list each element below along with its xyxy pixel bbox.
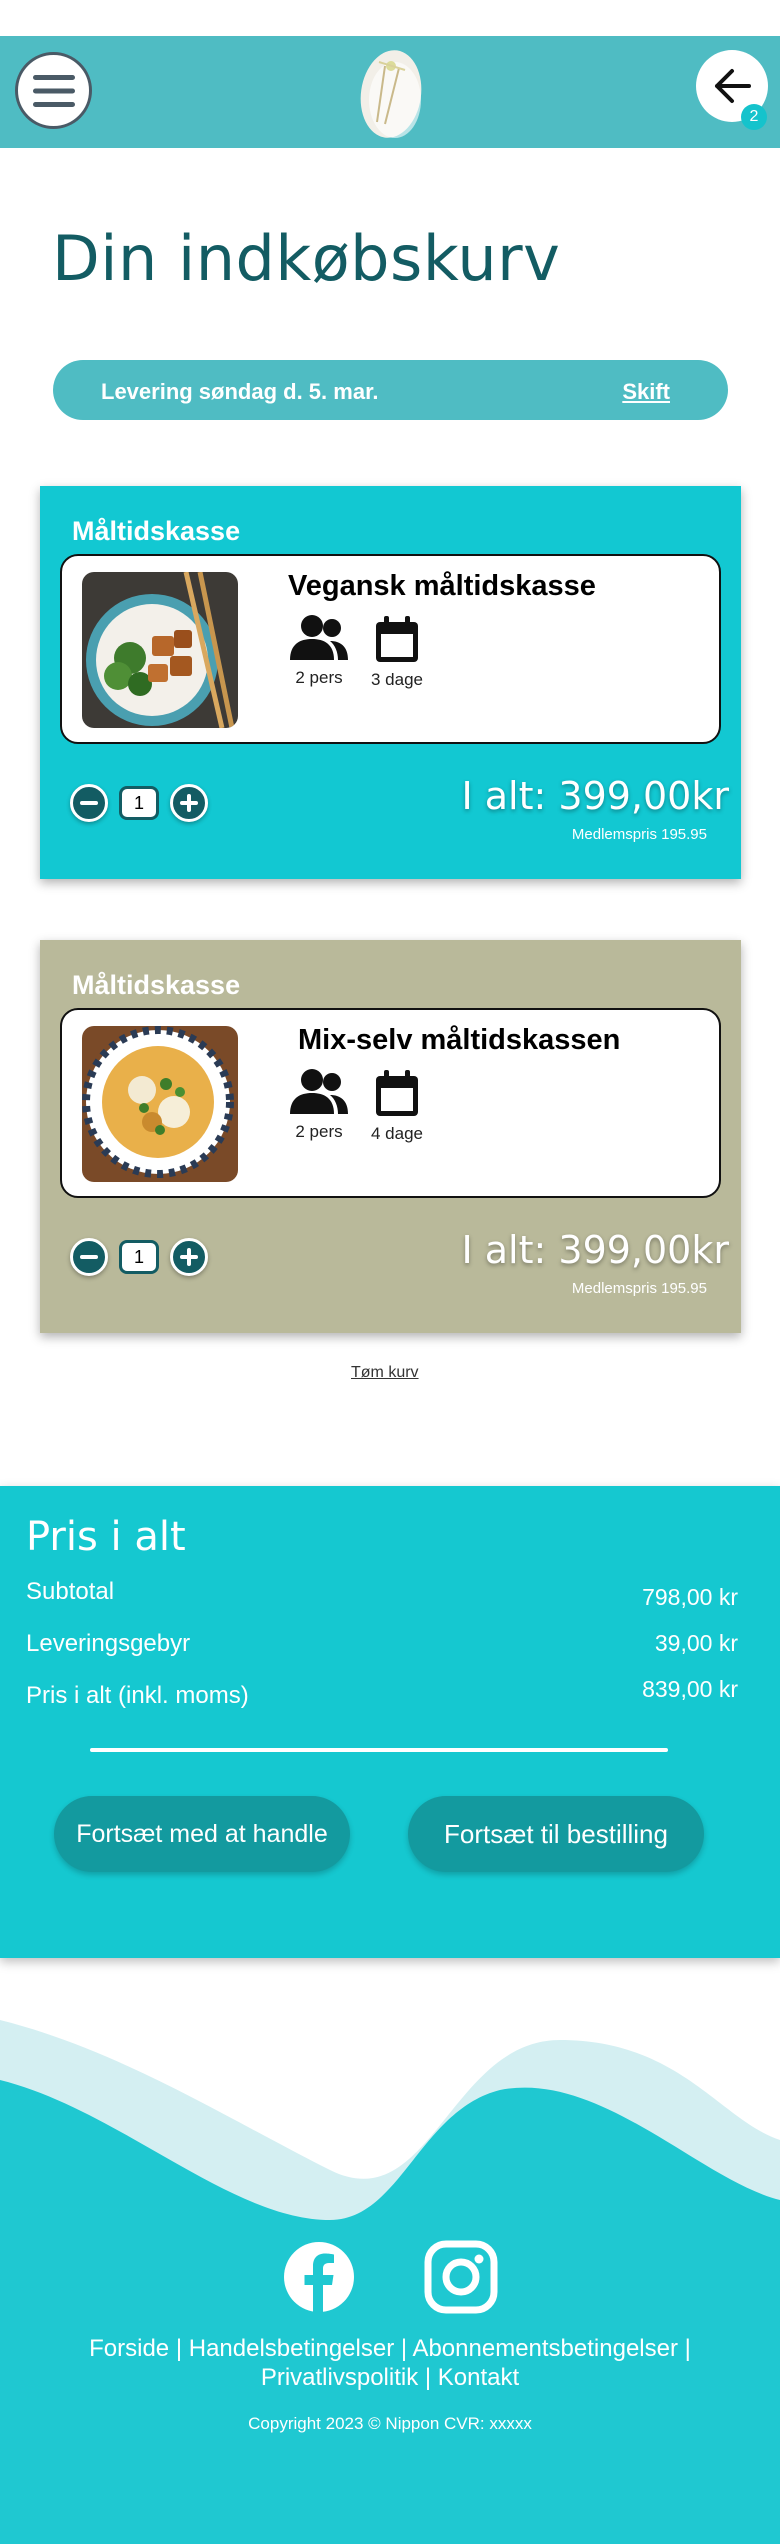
people-icon <box>290 1069 348 1114</box>
member-price: Medlemspris 195.95 <box>571 826 707 843</box>
page-title: Din indkøbskurv <box>52 222 561 295</box>
proceed-to-order-button[interactable]: Fortsæt til bestilling <box>408 1796 704 1872</box>
subtotal-label: Subtotal <box>26 1578 115 1605</box>
delivery-fee-value: 39,00 kr <box>654 1630 738 1656</box>
footer-links: Forside | Handelsbetingelser | Abonnemen… <box>0 2334 780 2392</box>
quantity-input[interactable]: 1 <box>119 786 159 820</box>
delivery-date-text: Levering søndag d. 5. mar. <box>101 379 379 404</box>
cart-item-category: Måltidskasse <box>72 516 241 546</box>
line-total: I alt: 399,00kr <box>461 1228 729 1272</box>
continue-shopping-button[interactable]: Fortsæt med at handle <box>54 1796 350 1872</box>
product-image-vegan-bowl <box>82 572 238 728</box>
cart-count-badge: 2 <box>741 104 767 130</box>
facebook-icon[interactable] <box>282 2240 356 2314</box>
product-box: Mix-selv måltidskassen 2 pers 4 dage <box>60 1008 721 1198</box>
delivery-bar: Levering søndag d. 5. mar. Skift <box>53 360 728 420</box>
cart-item-category: Måltidskasse <box>72 970 241 1000</box>
increase-quantity-button[interactable] <box>170 1238 208 1276</box>
plus-icon <box>180 1248 198 1266</box>
persons-feature: 2 pers <box>284 1068 354 1142</box>
total-value: 839,00 kr <box>642 1676 738 1702</box>
persons-label: 2 pers <box>295 668 343 687</box>
line-total: I alt: 399,00kr <box>461 774 729 818</box>
total-label: Pris i alt (inkl. moms) <box>26 1682 249 1709</box>
hamburger-menu-icon <box>32 74 75 107</box>
arrow-left-icon <box>715 69 751 103</box>
footer-link-handelsbetingelser[interactable]: Handelsbetingelser <box>189 2335 394 2362</box>
decrease-quantity-button[interactable] <box>70 784 108 822</box>
cart-item: Måltidskasse Vegansk måltidskasse 2 pers… <box>40 486 741 879</box>
calendar-icon <box>376 616 418 662</box>
quantity-input[interactable]: 1 <box>119 1240 159 1274</box>
product-box: Vegansk måltidskasse 2 pers 3 dage <box>60 554 721 744</box>
calendar-icon <box>376 1070 418 1116</box>
instagram-icon[interactable] <box>424 2240 498 2314</box>
link-separator: | <box>677 2335 691 2362</box>
product-name: Vegansk måltidskasse <box>288 570 596 602</box>
footer-link-kontakt[interactable]: Kontakt <box>438 2364 519 2391</box>
product-image-curry-bowl <box>82 1026 238 1182</box>
persons-feature: 2 pers <box>284 614 354 688</box>
member-price: Medlemspris 195.95 <box>571 1280 707 1297</box>
footer-wave-background <box>0 2020 780 2544</box>
days-feature: 3 dage <box>362 614 432 690</box>
footer-link-forside[interactable]: Forside <box>89 2335 169 2362</box>
menu-button[interactable] <box>15 52 92 129</box>
subtotal-value: 798,00 kr <box>642 1584 738 1610</box>
persons-label: 2 pers <box>295 1122 343 1141</box>
link-separator: | <box>394 2335 413 2362</box>
link-separator: | <box>169 2335 189 2362</box>
logo[interactable] <box>355 44 425 140</box>
decrease-quantity-button[interactable] <box>70 1238 108 1276</box>
increase-quantity-button[interactable] <box>170 784 208 822</box>
minus-icon <box>80 801 98 805</box>
product-name: Mix-selv måltidskassen <box>298 1024 621 1056</box>
summary-title: Pris i alt <box>26 1514 186 1560</box>
summary-divider <box>90 1748 668 1752</box>
footer-link-privatlivspolitik[interactable]: Privatlivspolitik <box>261 2364 418 2391</box>
link-separator: | <box>418 2364 438 2391</box>
footer-link-abonnementsbetingelser[interactable]: Abonnementsbetingelser <box>412 2335 678 2362</box>
delivery-fee-label: Leveringsgebyr <box>26 1630 191 1657</box>
empty-cart-link[interactable]: Tøm kurv <box>351 1364 419 1382</box>
days-label: 4 dage <box>371 1124 423 1143</box>
minus-icon <box>80 1255 98 1259</box>
change-delivery-link[interactable]: Skift <box>622 379 670 405</box>
cart-item: Måltidskasse Mix-selv måltidskassen 2 pe… <box>40 940 741 1333</box>
days-feature: 4 dage <box>362 1068 432 1144</box>
footer: Forside | Handelsbetingelser | Abonnemen… <box>0 2000 780 2544</box>
price-summary: Pris i alt Subtotal 798,00 kr Leveringsg… <box>0 1486 780 1958</box>
copyright-text: Copyright 2023 © Nippon CVR: xxxxx <box>248 2414 532 2433</box>
days-label: 3 dage <box>371 670 423 689</box>
plus-icon <box>180 794 198 812</box>
people-icon <box>290 615 348 660</box>
